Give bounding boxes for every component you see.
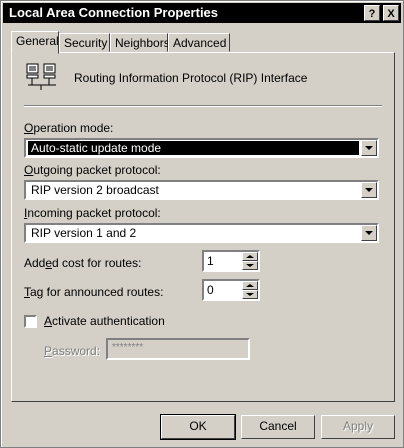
window-title: Local Area Connection Properties (9, 5, 219, 20)
chevron-down-icon[interactable] (361, 140, 377, 156)
network-computers-icon (26, 63, 56, 90)
properties-window: Local Area Connection Properties ? X Gen… (0, 0, 404, 448)
added-cost-spinner[interactable]: 1 (202, 250, 260, 272)
operation-mode-select[interactable]: Auto-static update mode (24, 138, 379, 158)
activate-auth-label[interactable]: Activate authentication (44, 314, 165, 328)
password-label: Password: (44, 344, 101, 358)
spin-up-icon[interactable] (242, 252, 258, 261)
tab-general[interactable]: General (11, 31, 59, 54)
ok-button[interactable]: OK (160, 414, 236, 440)
tab-advanced[interactable]: Advanced (168, 33, 230, 52)
title-bar: Local Area Connection Properties ? X (3, 3, 401, 23)
spin-down-icon[interactable] (242, 290, 258, 299)
incoming-protocol-value: RIP version 1 and 2 (31, 226, 137, 240)
tab-neighbors[interactable]: Neighbors (110, 33, 170, 52)
tag-value[interactable]: 0 (207, 283, 214, 297)
tag-spinner[interactable]: 0 (202, 279, 260, 301)
operation-mode-value: Auto-static update mode (28, 141, 359, 155)
close-button[interactable]: X (383, 5, 399, 21)
incoming-protocol-select[interactable]: RIP version 1 and 2 (24, 223, 379, 243)
help-button[interactable]: ? (364, 5, 380, 21)
operation-mode-label: Operation mode: (24, 121, 114, 135)
spin-up-icon[interactable] (242, 281, 258, 290)
chevron-down-icon[interactable] (361, 182, 377, 198)
cancel-button[interactable]: Cancel (241, 415, 315, 439)
interface-header: Routing Information Protocol (RIP) Inter… (74, 71, 308, 85)
general-panel: Routing Information Protocol (RIP) Inter… (11, 52, 395, 402)
spin-down-icon[interactable] (242, 261, 258, 270)
outgoing-protocol-select[interactable]: RIP version 2 broadcast (24, 180, 379, 200)
added-cost-value[interactable]: 1 (207, 254, 214, 268)
activate-auth-checkbox[interactable] (24, 315, 37, 328)
outgoing-protocol-label: Outgoing packet protocol: (24, 163, 161, 177)
password-field: ******** (106, 338, 250, 360)
separator (24, 105, 382, 107)
tab-security[interactable]: Security (59, 33, 110, 52)
outgoing-protocol-value: RIP version 2 broadcast (31, 183, 159, 197)
chevron-down-icon[interactable] (361, 225, 377, 241)
tag-label: Tag for announced routes: (24, 285, 164, 299)
added-cost-label: Added cost for routes: (24, 256, 142, 270)
password-value: ******** (112, 342, 144, 353)
apply-button: Apply (321, 415, 395, 439)
incoming-protocol-label: Incoming packet protocol: (24, 206, 161, 220)
